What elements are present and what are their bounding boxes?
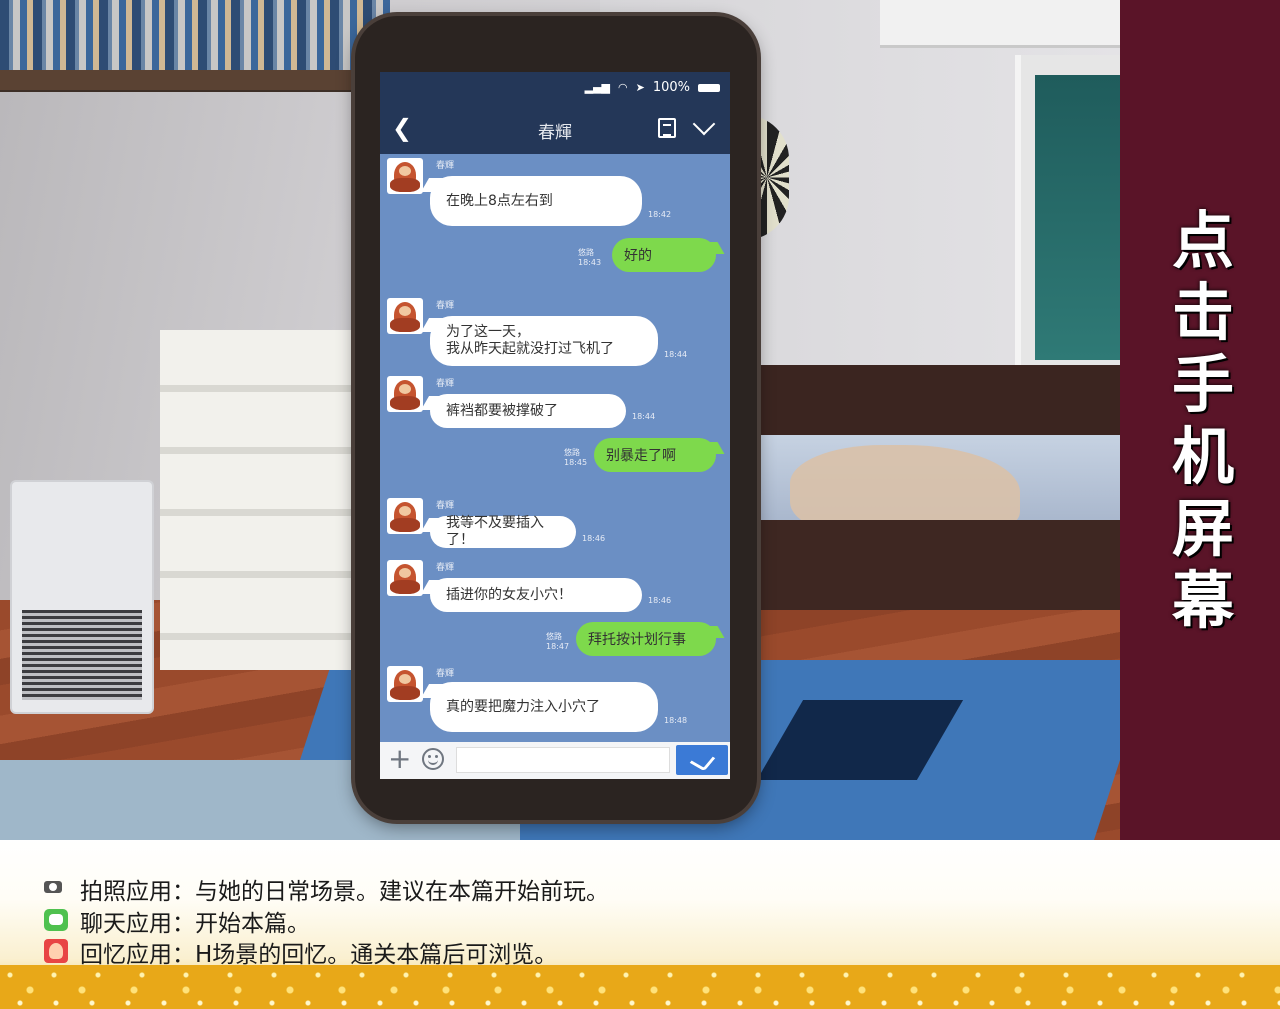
white-shelf — [160, 330, 360, 670]
glitter-decoration — [0, 965, 1280, 1009]
bookshelf — [0, 0, 390, 92]
message-bubble-incoming[interactable]: 为了这一天， 我从昨天起就没打过飞机了 — [430, 316, 658, 366]
avatar[interactable] — [387, 560, 423, 596]
message-bubble-outgoing[interactable]: 别暴走了啊 — [594, 438, 716, 472]
sender-name: 春輝 — [436, 563, 455, 573]
avatar-face — [390, 564, 420, 594]
camera-icon — [44, 881, 62, 893]
message-time: 18:47 — [546, 642, 570, 651]
wifi-icon: ◠ — [618, 81, 628, 94]
door-window — [1035, 75, 1120, 360]
sender-name: 春輝 — [436, 501, 455, 511]
avatar[interactable] — [387, 666, 423, 702]
message-text: 真的要把魔力注入小穴了 — [446, 698, 600, 715]
bed-frame — [755, 520, 1120, 610]
location-icon: ➤ — [635, 81, 645, 94]
message-bubble-incoming[interactable]: 裤裆都要被撑破了 — [430, 394, 626, 428]
sender-name: 春輝 — [436, 301, 455, 311]
memory-icon — [44, 939, 68, 963]
hint-banner-text: 点击手机屏幕 — [1171, 204, 1234, 637]
avatar[interactable] — [387, 158, 423, 194]
chat-header: ❮ 春輝 — [380, 104, 730, 154]
message-bubble-incoming[interactable]: 插进你的女友小穴！ — [430, 578, 642, 612]
message-bubble-incoming[interactable]: 真的要把魔力注入小穴了 — [430, 682, 658, 732]
message-text: 别暴走了啊 — [606, 448, 676, 464]
battery-level: 100% — [652, 80, 690, 95]
message-text: 拜托按计划行事 — [588, 632, 686, 648]
message-sender-out: 悠路 — [564, 448, 580, 457]
message-time: 18:46 — [648, 596, 672, 605]
message-input-bar: + — [380, 742, 730, 779]
sender-name: 春輝 — [436, 379, 455, 389]
avatar[interactable] — [387, 298, 423, 334]
message-bubble-incoming[interactable]: 我等不及要插入了！ — [430, 515, 576, 548]
signal-icon: ▂▄▆ — [584, 81, 610, 94]
message-sender-out: 悠路 — [578, 248, 594, 257]
memory-app-description: 回忆应用：H场景的回忆。通关本篇后可浏览。 — [80, 942, 558, 968]
avatar-face — [390, 502, 420, 532]
emoji-icon[interactable] — [422, 748, 444, 770]
chat-title: 春輝 — [538, 123, 572, 143]
message-text-line: 为了这一天， — [446, 324, 530, 340]
avatar[interactable] — [387, 376, 423, 412]
message-time: 18:46 — [582, 534, 606, 543]
battery-icon — [698, 83, 720, 92]
message-text: 插进你的女友小穴！ — [446, 586, 572, 603]
shelf-board — [0, 70, 390, 90]
message-time: 18:44 — [632, 412, 656, 421]
plus-icon[interactable]: + — [388, 745, 412, 773]
avatar[interactable] — [387, 498, 423, 534]
message-text-line: 我从昨天起就没打过飞机了 — [446, 341, 614, 357]
message-bubble-outgoing[interactable]: 拜托按计划行事 — [576, 622, 716, 656]
message-bubble-outgoing[interactable]: 好的 — [612, 238, 716, 272]
air-conditioner — [880, 0, 1120, 48]
send-button[interactable] — [676, 745, 728, 775]
message-text: 好的 — [624, 248, 652, 264]
avatar-face — [390, 162, 420, 192]
sender-name: 春輝 — [436, 669, 455, 679]
chat-icon — [44, 909, 68, 931]
books — [0, 0, 390, 70]
message-input[interactable] — [456, 747, 670, 773]
chat-app-description: 聊天应用：开始本篇。 — [80, 911, 310, 937]
status-bar: ▂▄▆ ◠ ➤ 100% — [380, 72, 730, 104]
message-bubble-incoming[interactable]: 在晚上8点左右到 — [430, 176, 642, 226]
heater-grill — [22, 610, 142, 700]
message-time: 18:48 — [664, 716, 688, 725]
message-time: 18:43 — [578, 258, 602, 267]
sender-name: 春輝 — [436, 161, 455, 171]
message-time: 18:44 — [664, 350, 688, 359]
avatar-face — [390, 670, 420, 700]
avatar-face — [390, 380, 420, 410]
menu-icon[interactable] — [658, 118, 676, 138]
message-sender-out: 悠路 — [546, 632, 562, 641]
message-time: 18:45 — [564, 458, 588, 467]
send-icon — [689, 749, 716, 772]
message-text: 我等不及要插入了！ — [446, 515, 544, 548]
avatar-face — [390, 302, 420, 332]
phone-screen[interactable]: ▂▄▆ ◠ ➤ 100% ❮ 春輝 春輝 在晚上8点左右到 18:42 悠路 1… — [380, 72, 730, 779]
message-time: 18:42 — [648, 210, 672, 219]
camera-app-description: 拍照应用：与她的日常场景。建议在本篇开始前玩。 — [80, 879, 609, 905]
message-text: 裤裆都要被撑破了 — [446, 402, 558, 419]
message-text: 在晚上8点左右到 — [446, 192, 553, 209]
message-list[interactable]: 春輝 在晚上8点左右到 18:42 悠路 18:43 好的 春輝 为了这一天， … — [380, 154, 730, 739]
bed-headboard — [755, 365, 1120, 435]
